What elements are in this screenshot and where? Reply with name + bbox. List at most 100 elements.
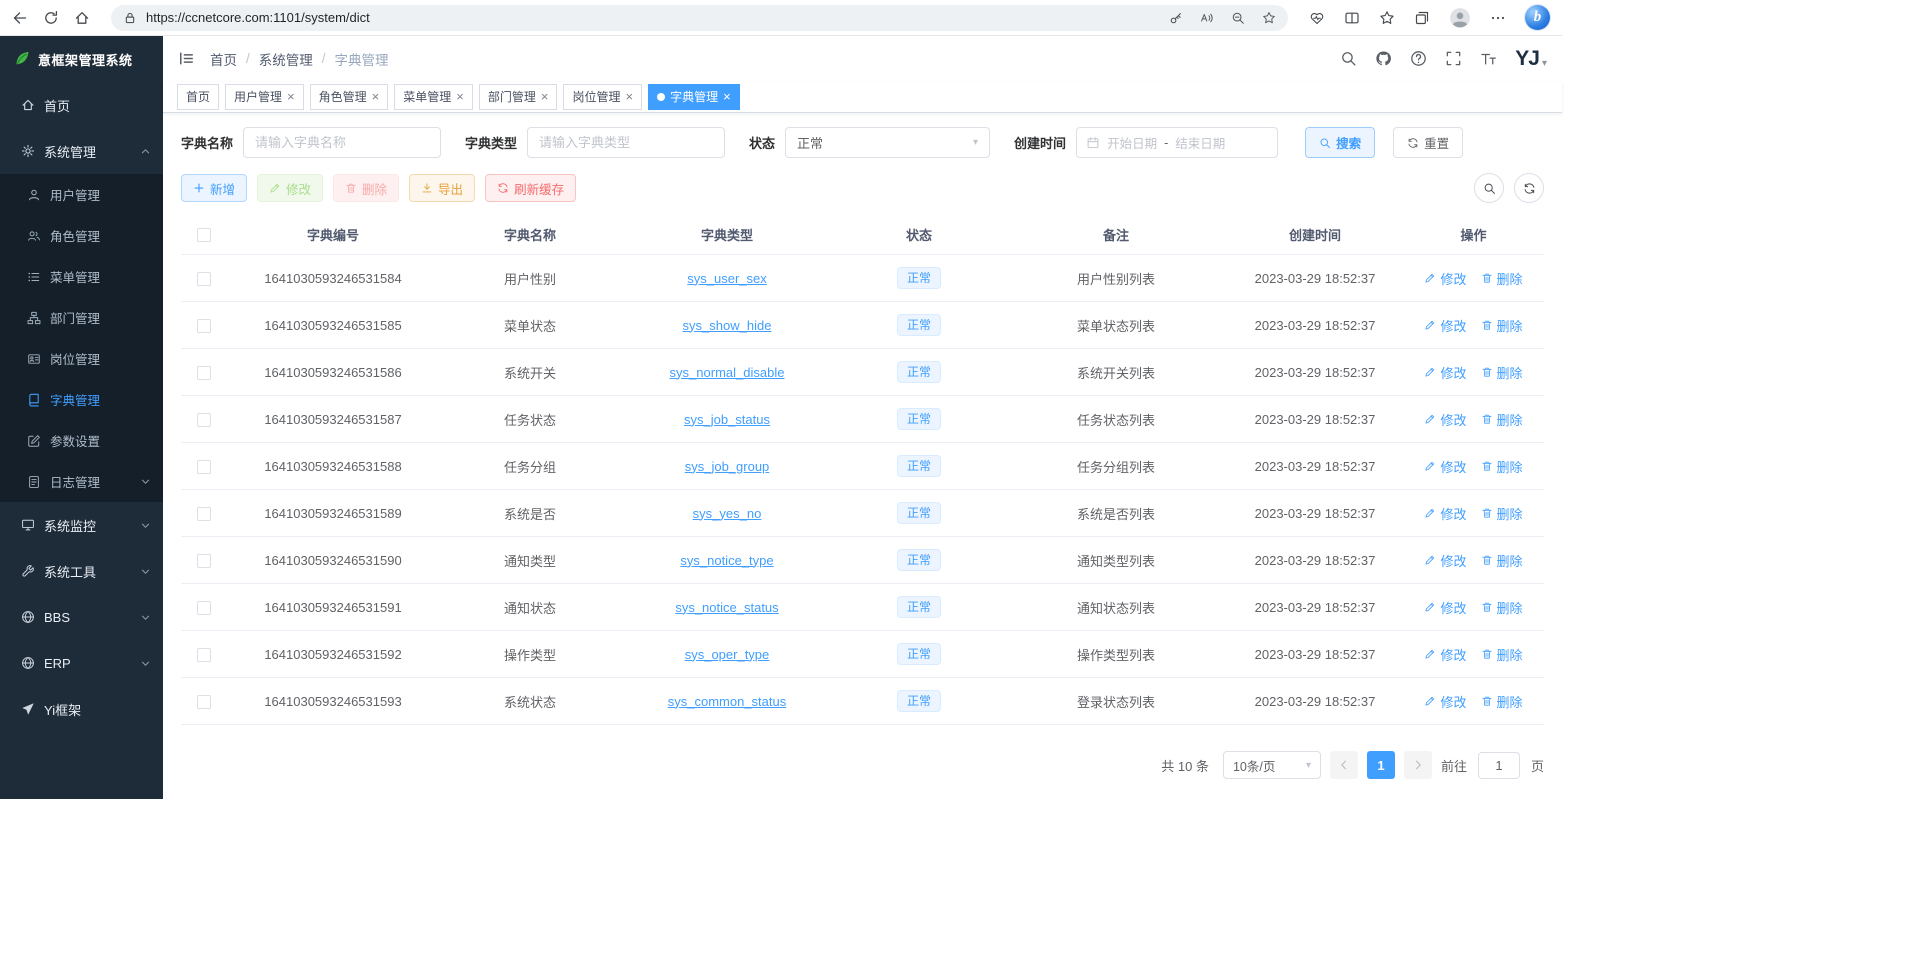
browser-back-icon[interactable] bbox=[12, 10, 28, 26]
font-size-icon[interactable] bbox=[1480, 50, 1497, 67]
dict-type-link[interactable]: sys_normal_disable bbox=[670, 365, 785, 380]
close-icon[interactable]: × bbox=[723, 90, 731, 103]
close-icon[interactable]: × bbox=[625, 90, 633, 103]
favorites-bar-icon[interactable] bbox=[1379, 10, 1395, 26]
row-delete-button[interactable]: 删除 bbox=[1481, 269, 1523, 288]
row-checkbox[interactable] bbox=[197, 695, 211, 709]
sidebar-item-monitor[interactable]: 系统监控 bbox=[0, 502, 163, 548]
sidebar-item-role[interactable]: 角色管理 bbox=[0, 215, 163, 256]
row-checkbox[interactable] bbox=[197, 601, 211, 615]
search-button[interactable]: 搜索 bbox=[1305, 127, 1375, 158]
refresh-table-button[interactable] bbox=[1514, 173, 1544, 203]
reset-button[interactable]: 重置 bbox=[1393, 127, 1463, 158]
browser-home-icon[interactable] bbox=[74, 10, 90, 26]
row-edit-button[interactable]: 修改 bbox=[1424, 692, 1466, 711]
goto-page-input[interactable] bbox=[1478, 752, 1520, 779]
tab-dept[interactable]: 部门管理× bbox=[479, 84, 558, 110]
row-checkbox[interactable] bbox=[197, 648, 211, 662]
dict-type-link[interactable]: sys_notice_status bbox=[675, 600, 778, 615]
row-checkbox[interactable] bbox=[197, 319, 211, 333]
select-all-checkbox[interactable] bbox=[197, 228, 211, 242]
more-menu-icon[interactable] bbox=[1490, 10, 1506, 26]
dict-type-link[interactable]: sys_common_status bbox=[668, 694, 787, 709]
help-icon[interactable] bbox=[1410, 50, 1427, 67]
sidebar-item-param[interactable]: 参数设置 bbox=[0, 420, 163, 461]
header-search-icon[interactable] bbox=[1340, 50, 1357, 67]
dict-type-link[interactable]: sys_user_sex bbox=[687, 271, 766, 286]
row-delete-button[interactable]: 删除 bbox=[1481, 692, 1523, 711]
row-edit-button[interactable]: 修改 bbox=[1424, 645, 1466, 664]
url-text[interactable]: https://ccnetcore.com:1101/system/dict bbox=[146, 10, 1160, 25]
close-icon[interactable]: × bbox=[372, 90, 380, 103]
browser-essentials-icon[interactable] bbox=[1309, 10, 1325, 26]
breadcrumb-system[interactable]: 系统管理 bbox=[259, 49, 313, 69]
split-screen-icon[interactable] bbox=[1344, 10, 1360, 26]
page-number-button[interactable]: 1 bbox=[1367, 751, 1395, 779]
sidebar-item-bbs[interactable]: BBS bbox=[0, 594, 163, 640]
dict-name-input[interactable] bbox=[243, 127, 441, 158]
row-checkbox[interactable] bbox=[197, 272, 211, 286]
tab-dict[interactable]: 字典管理× bbox=[648, 84, 740, 110]
next-page-button[interactable] bbox=[1404, 751, 1432, 779]
password-key-icon[interactable] bbox=[1169, 11, 1183, 25]
lock-icon[interactable] bbox=[123, 11, 137, 25]
sidebar-item-system[interactable]: 系统管理 bbox=[0, 128, 163, 174]
row-edit-button[interactable]: 修改 bbox=[1424, 551, 1466, 570]
dict-type-link[interactable]: sys_oper_type bbox=[685, 647, 770, 662]
delete-button[interactable]: 删除 bbox=[333, 174, 399, 202]
prev-page-button[interactable] bbox=[1330, 751, 1358, 779]
sidebar-item-dict[interactable]: 字典管理 bbox=[0, 379, 163, 420]
address-bar[interactable]: https://ccnetcore.com:1101/system/dict bbox=[111, 5, 1288, 31]
sidebar-toggle-icon[interactable] bbox=[178, 50, 195, 67]
collections-icon[interactable] bbox=[1414, 10, 1430, 26]
edit-button[interactable]: 修改 bbox=[257, 174, 323, 202]
add-button[interactable]: 新增 bbox=[181, 174, 247, 202]
close-icon[interactable]: × bbox=[541, 90, 549, 103]
row-edit-button[interactable]: 修改 bbox=[1424, 504, 1466, 523]
export-button[interactable]: 导出 bbox=[409, 174, 475, 202]
sidebar-item-erp[interactable]: ERP bbox=[0, 640, 163, 686]
row-delete-button[interactable]: 删除 bbox=[1481, 410, 1523, 429]
row-delete-button[interactable]: 删除 bbox=[1481, 598, 1523, 617]
row-edit-button[interactable]: 修改 bbox=[1424, 598, 1466, 617]
refresh-cache-button[interactable]: 刷新缓存 bbox=[485, 174, 576, 202]
tab-role[interactable]: 角色管理× bbox=[310, 84, 389, 110]
row-edit-button[interactable]: 修改 bbox=[1424, 410, 1466, 429]
tab-post[interactable]: 岗位管理× bbox=[563, 84, 642, 110]
tab-menu[interactable]: 菜单管理× bbox=[394, 84, 473, 110]
row-checkbox[interactable] bbox=[197, 507, 211, 521]
dict-type-link[interactable]: sys_show_hide bbox=[683, 318, 772, 333]
row-edit-button[interactable]: 修改 bbox=[1424, 363, 1466, 382]
sidebar-item-dept[interactable]: 部门管理 bbox=[0, 297, 163, 338]
dict-type-input[interactable] bbox=[527, 127, 725, 158]
toggle-search-button[interactable] bbox=[1474, 173, 1504, 203]
date-range-picker[interactable]: 开始日期 - 结束日期 bbox=[1076, 127, 1278, 158]
read-aloud-icon[interactable] bbox=[1200, 11, 1214, 25]
github-icon[interactable] bbox=[1375, 50, 1392, 67]
copilot-icon[interactable]: b bbox=[1525, 5, 1550, 30]
dict-type-link[interactable]: sys_job_group bbox=[685, 459, 770, 474]
row-delete-button[interactable]: 删除 bbox=[1481, 551, 1523, 570]
row-checkbox[interactable] bbox=[197, 413, 211, 427]
row-checkbox[interactable] bbox=[197, 554, 211, 568]
user-logo[interactable]: YJ ▾ bbox=[1515, 48, 1547, 69]
row-delete-button[interactable]: 删除 bbox=[1481, 363, 1523, 382]
page-size-select[interactable]: 10条/页 ▾ bbox=[1223, 751, 1321, 779]
sidebar-item-home[interactable]: 首页 bbox=[0, 82, 163, 128]
close-icon[interactable]: × bbox=[287, 90, 295, 103]
row-checkbox[interactable] bbox=[197, 366, 211, 380]
zoom-out-icon[interactable] bbox=[1231, 11, 1245, 25]
row-edit-button[interactable]: 修改 bbox=[1424, 457, 1466, 476]
row-edit-button[interactable]: 修改 bbox=[1424, 269, 1466, 288]
status-select[interactable]: 正常 ▾ bbox=[785, 127, 990, 158]
browser-refresh-icon[interactable] bbox=[43, 10, 59, 26]
row-checkbox[interactable] bbox=[197, 460, 211, 474]
row-delete-button[interactable]: 删除 bbox=[1481, 504, 1523, 523]
sidebar-item-log[interactable]: 日志管理 bbox=[0, 461, 163, 502]
tab-home[interactable]: 首页 bbox=[177, 84, 219, 110]
row-delete-button[interactable]: 删除 bbox=[1481, 316, 1523, 335]
row-edit-button[interactable]: 修改 bbox=[1424, 316, 1466, 335]
sidebar-item-tool[interactable]: 系统工具 bbox=[0, 548, 163, 594]
tab-user[interactable]: 用户管理× bbox=[225, 84, 304, 110]
row-delete-button[interactable]: 删除 bbox=[1481, 457, 1523, 476]
